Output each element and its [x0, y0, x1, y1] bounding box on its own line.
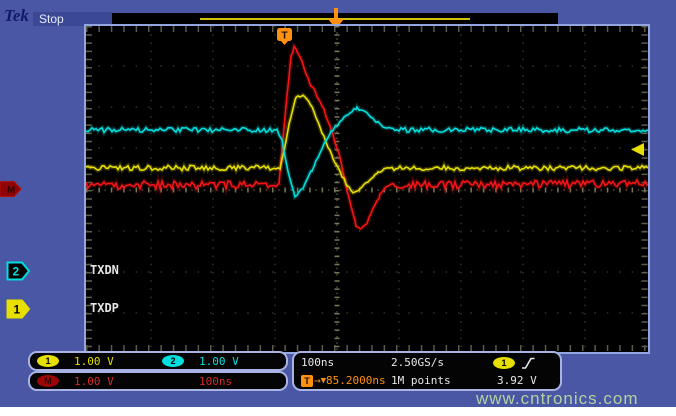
horizontal-trigger-readout[interactable]: 100ns 2.50GS/s 1 T→▼85.2000ns 1M points …	[292, 351, 562, 391]
sample-rate: 2.50GS/s	[391, 356, 487, 369]
math-position-marker[interactable]: M	[0, 181, 23, 198]
svg-text:T: T	[281, 31, 287, 42]
acquisition-status: Stop	[39, 12, 64, 26]
ch1-badge[interactable]: 1	[37, 355, 59, 367]
trigger-source-badge[interactable]: 1	[493, 357, 515, 369]
scope-bezel-panel: Tek Stop T TXDN TXDP M 2 1	[0, 0, 676, 407]
ch1-position-marker[interactable]: 1	[6, 299, 31, 319]
math-badge[interactable]: M	[37, 375, 59, 387]
trigger-slope-rising-icon	[521, 356, 535, 370]
timebase: 100ns	[294, 356, 391, 369]
svg-text:1: 1	[14, 303, 21, 317]
ch2-scale: 1.00 V	[199, 355, 239, 368]
ch2-position-marker[interactable]: 2	[6, 261, 31, 281]
label-txdn: TXDN	[90, 263, 119, 277]
trigger-t-icon: T	[301, 375, 313, 387]
graticule-and-traces: T	[86, 26, 648, 352]
ch2-badge[interactable]: 2	[162, 355, 184, 367]
record-length: 1M points	[391, 374, 487, 387]
channel-scale-readout[interactable]: 1 1.00 V 2 1.00 V	[28, 351, 288, 371]
watermark: www.cntronics.com	[476, 389, 638, 409]
oscilloscope-screenshot: Tek Stop T TXDN TXDP M 2 1	[0, 0, 676, 416]
svg-text:2: 2	[13, 265, 20, 279]
math-trace	[86, 47, 648, 229]
math-readout[interactable]: M 1.00 V 100ns	[28, 371, 288, 391]
tek-logo: Tek	[4, 6, 29, 26]
waveform-display: T TXDN TXDP	[84, 24, 650, 354]
trigger-level-arrow-icon	[631, 143, 644, 156]
math-scale: 1.00 V	[74, 375, 162, 388]
trigger-delay: T→▼85.2000ns	[294, 374, 391, 387]
math-trace-glow	[86, 47, 648, 229]
label-txdp: TXDP	[90, 301, 119, 315]
trigger-level: 3.92 V	[487, 374, 537, 387]
svg-text:M: M	[7, 185, 15, 196]
math-timebase: 100ns	[199, 375, 232, 388]
ch1-scale: 1.00 V	[74, 355, 162, 368]
